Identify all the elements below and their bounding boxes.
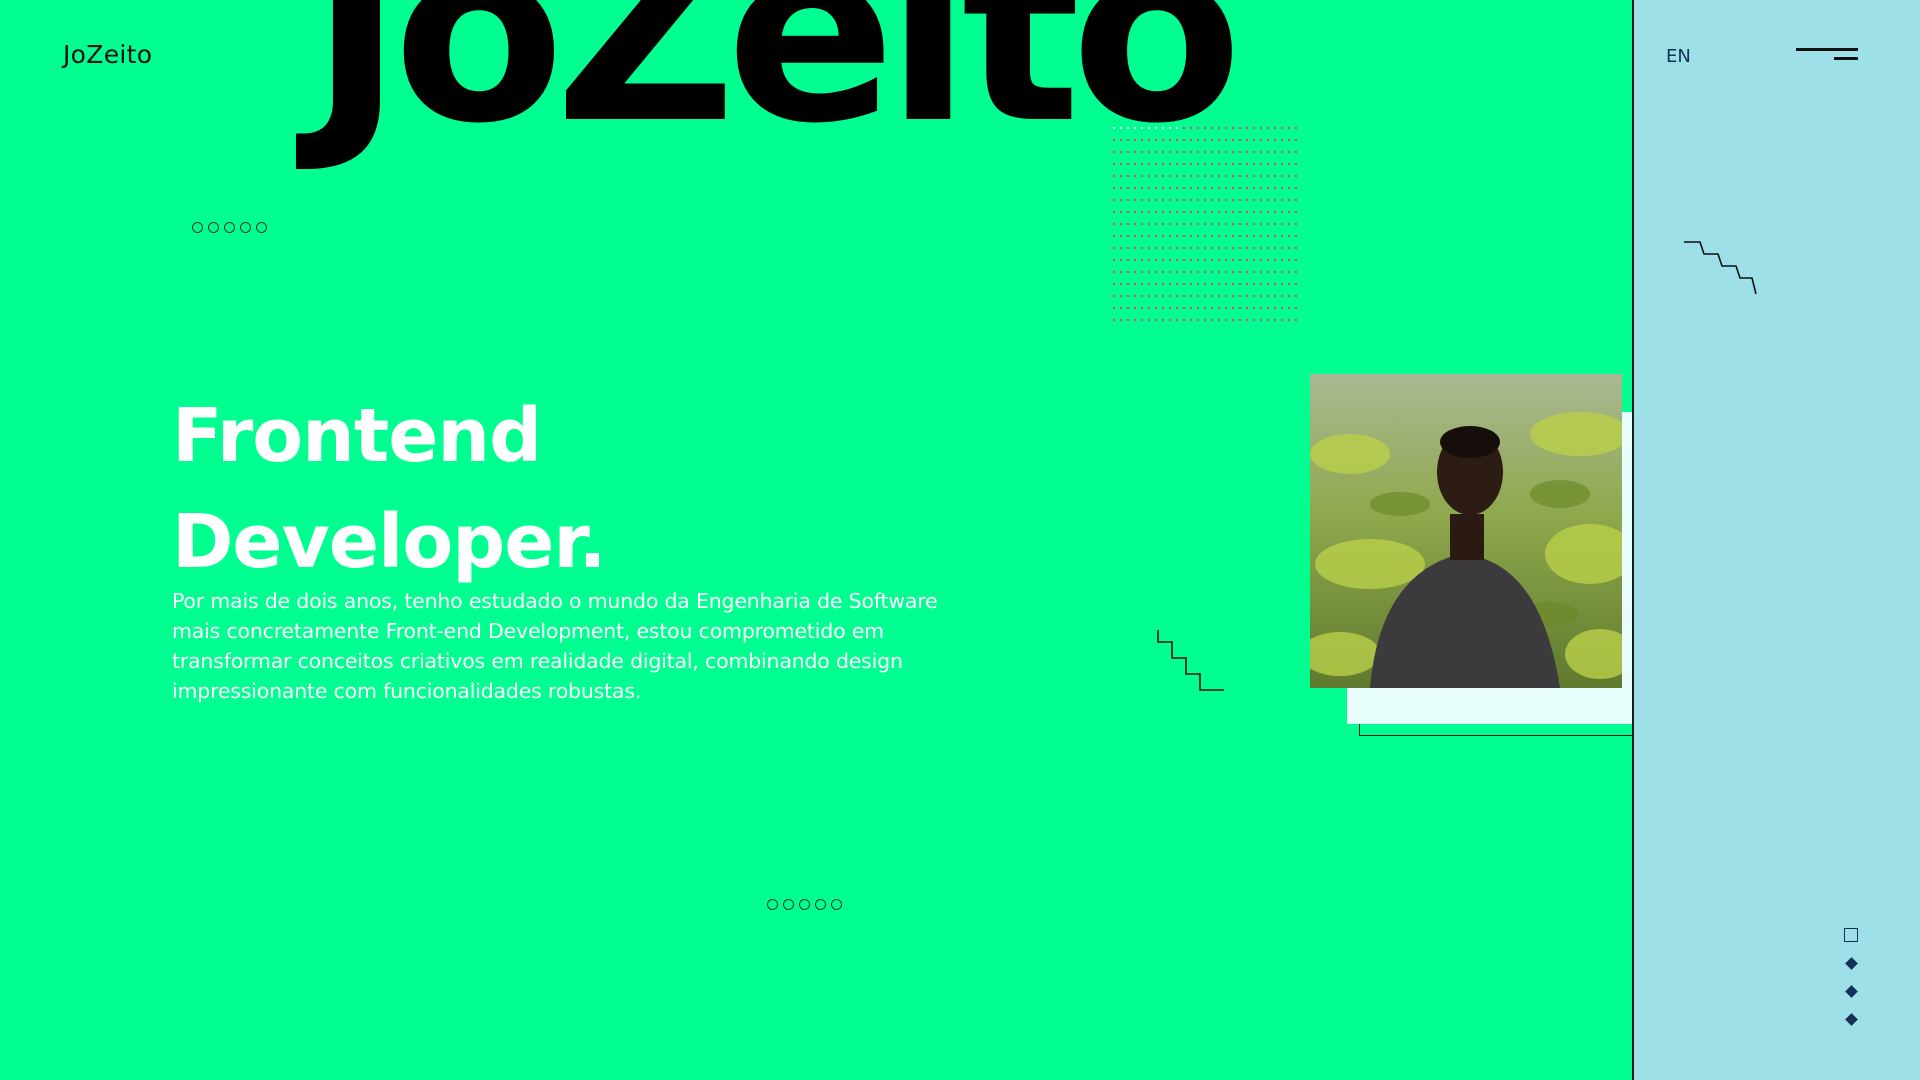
zigzag-stairs-icon (1157, 630, 1224, 691)
hero-title-line2: Developer (172, 499, 579, 585)
dot-grid-pattern (1112, 126, 1298, 322)
diamond-icon[interactable] (1844, 957, 1858, 970)
five-circles-icon (192, 222, 267, 233)
diamond-icon[interactable] (1844, 985, 1858, 998)
brand-logo[interactable]: JoZeito (63, 40, 152, 69)
profile-photo (1310, 374, 1622, 688)
zigzag-stairs-icon (1684, 241, 1757, 295)
hamburger-icon[interactable] (1794, 46, 1858, 66)
hero-title-line1: Frontend (172, 393, 542, 479)
five-circles-icon (767, 899, 842, 910)
section-pager (1844, 928, 1858, 1026)
hero-title-period: . (578, 499, 606, 585)
main-panel: JoZeito JoZeito Frontend Developer. Por … (0, 0, 1632, 1080)
big-title-watermark: JoZeito (310, 0, 1243, 178)
hero-title: Frontend Developer. (172, 383, 606, 595)
language-switcher[interactable]: EN (1666, 46, 1691, 67)
diamond-icon[interactable] (1844, 1013, 1858, 1026)
hero-description: Por mais de dois anos, tenho estudado o … (172, 589, 938, 703)
square-icon[interactable] (1844, 928, 1858, 942)
right-sidebar: EN (1632, 0, 1920, 1080)
